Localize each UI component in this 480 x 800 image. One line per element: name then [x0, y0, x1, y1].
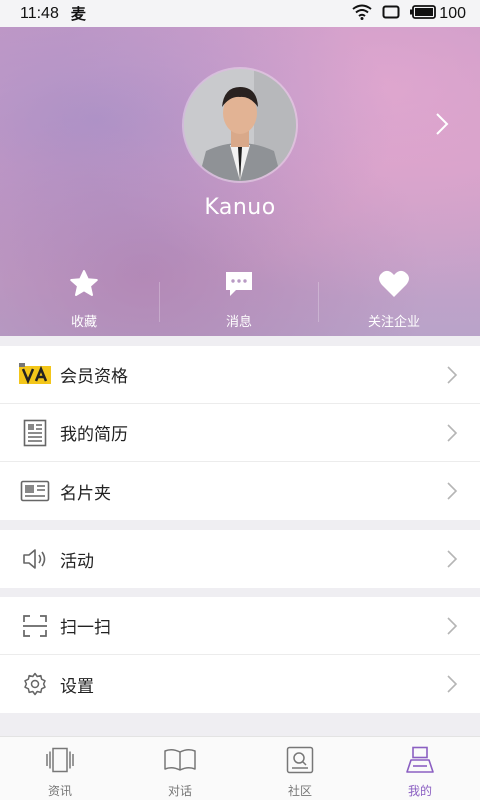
favorites-label: 收藏	[70, 315, 97, 330]
chevron-right-icon	[446, 365, 458, 385]
news-icon	[46, 746, 74, 774]
messages-label: 消息	[225, 315, 252, 330]
battery-level: 100	[439, 4, 466, 22]
status-time: 11:48	[20, 4, 59, 22]
chevron-right-icon	[446, 616, 458, 636]
chevron-right-icon[interactable]	[434, 112, 450, 136]
menu-item-business-cards[interactable]: 名片夹	[0, 462, 480, 520]
profile-header: Kanuo 收藏 消息 关注企业	[0, 27, 480, 336]
screen-icon	[382, 5, 400, 23]
chevron-right-icon	[446, 549, 458, 569]
resume-icon	[18, 419, 52, 447]
battery-icon	[410, 4, 437, 23]
speaker-icon	[18, 545, 52, 573]
menu-group-account: 会员资格 我的简历 名片夹	[0, 346, 480, 520]
battery-indicator: 100	[410, 5, 466, 23]
nav-tab-dialog[interactable]: 对话	[120, 737, 240, 800]
menu-label: 扫一扫	[60, 618, 111, 638]
menu-label: 会员资格	[60, 367, 128, 387]
nav-tab-community[interactable]: 社区	[240, 737, 360, 800]
menu-item-membership[interactable]: 会员资格	[0, 346, 480, 404]
chevron-right-icon	[446, 423, 458, 443]
message-icon	[179, 267, 299, 301]
bottom-navigation: 资讯 对话 社区 我的	[0, 736, 480, 800]
menu-group-tools: 扫一扫 设置	[0, 597, 480, 713]
star-icon	[24, 267, 144, 301]
gear-icon	[18, 670, 52, 698]
business-card-icon	[18, 477, 52, 505]
menu-item-resume[interactable]: 我的简历	[0, 404, 480, 462]
menu-label: 名片夹	[60, 483, 111, 504]
avatar[interactable]	[184, 69, 296, 181]
chevron-right-icon	[446, 674, 458, 694]
profile-username: Kanuo	[204, 195, 276, 220]
menu-item-scan[interactable]: 扫一扫	[0, 597, 480, 655]
divider	[159, 282, 160, 322]
menu-item-activities[interactable]: 活动	[0, 530, 480, 588]
menu-group-activities: 活动	[0, 530, 480, 588]
menu-label: 设置	[60, 676, 94, 697]
status-bar: 11:48 麦 100	[0, 0, 480, 27]
nav-label: 我的	[407, 784, 432, 798]
wifi-icon	[352, 4, 372, 24]
menu-label: 活动	[60, 551, 94, 572]
book-icon	[163, 746, 197, 774]
scan-icon	[18, 612, 52, 640]
chevron-right-icon	[446, 481, 458, 501]
nav-label: 资讯	[47, 784, 72, 798]
followed-companies-button[interactable]: 关注企业	[334, 267, 454, 330]
app-notification-icon: 麦	[70, 5, 86, 23]
nav-tab-news[interactable]: 资讯	[0, 737, 120, 800]
favorites-button[interactable]: 收藏	[24, 267, 144, 330]
divider	[318, 282, 319, 322]
vip-badge-icon	[18, 361, 52, 389]
community-icon	[286, 746, 314, 774]
profile-icon	[405, 746, 435, 774]
followed-companies-label: 关注企业	[367, 315, 420, 330]
nav-label: 社区	[287, 784, 312, 798]
menu-item-settings[interactable]: 设置	[0, 655, 480, 713]
heart-icon	[334, 267, 454, 301]
menu-label: 我的简历	[60, 425, 128, 445]
nav-tab-mine[interactable]: 我的	[360, 737, 480, 800]
nav-label: 对话	[167, 784, 192, 798]
messages-button[interactable]: 消息	[179, 267, 299, 330]
